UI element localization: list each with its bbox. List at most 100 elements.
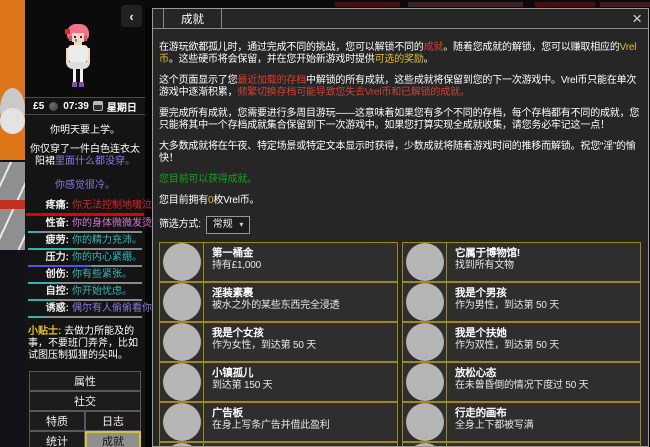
time-value: 07:39 bbox=[63, 100, 89, 112]
achievement-icon-cell bbox=[160, 283, 204, 321]
paragraph-text: 。 bbox=[423, 54, 434, 65]
achievement-icon-cell bbox=[403, 243, 447, 281]
achievement-item: 小镇孤儿 到达第 150 天 bbox=[159, 362, 398, 402]
temperature-status: 你感觉很冷。 bbox=[55, 180, 115, 191]
achievement-item: 行走的画布 全身上下都被写满 bbox=[402, 402, 641, 442]
nav-social-button[interactable]: 社交 bbox=[29, 391, 141, 411]
achievement-desc: 到达第 150 天 bbox=[212, 380, 273, 391]
dialog-paragraph: 这个页面显示了您最近加载的存档中解锁的所有成就，这些成就将保留到您的下一次游戏中… bbox=[159, 75, 641, 99]
game-screen: ‹ £5 07:39 星期日 你明天要上学。 你仅穿了一件白色连衣太阳裙里面什么… bbox=[0, 0, 650, 447]
achievement-desc: 持有£1,000 bbox=[212, 260, 261, 271]
stat-bar bbox=[26, 213, 144, 216]
money-value: £5 bbox=[33, 100, 45, 112]
background-art bbox=[0, 0, 25, 447]
stat-row: 诱惑: 偶尔有人偷偷看你几眼。 bbox=[27, 303, 182, 315]
stat-label: 自控: bbox=[45, 286, 69, 297]
dialog-paragraph: 您目前拥有0枚Vrel币。 bbox=[159, 195, 641, 207]
achievement-desc: 找到所有文物 bbox=[455, 260, 514, 271]
sprite-dress-frill bbox=[66, 62, 90, 69]
achievement-icon bbox=[406, 403, 444, 441]
paragraph-text: 这个页面显示了您 bbox=[159, 75, 238, 86]
school-notice: 你明天要上学。 bbox=[50, 125, 120, 136]
achievement-icon bbox=[406, 283, 444, 321]
achievement-icon bbox=[406, 323, 444, 361]
achievement-title: 我是个女孩 bbox=[212, 327, 264, 339]
status-bar: £5 07:39 星期日 bbox=[25, 97, 145, 115]
stat-row: 压力: 你的内心紧绷。 bbox=[27, 252, 143, 264]
dimmed-text-fragment bbox=[335, 2, 400, 7]
achievement-text: 小镇孤儿 到达第 150 天 bbox=[204, 363, 276, 401]
art-dark-area bbox=[0, 250, 25, 447]
achievement-icon-cell bbox=[160, 243, 204, 281]
achievement-text: 我是个扶她 作为双性，到达第 50 天 bbox=[447, 323, 563, 361]
achievement-desc: 作为女性，到达第 50 天 bbox=[212, 340, 317, 351]
stat-bar-fill bbox=[28, 299, 51, 301]
day-value: 星期日 bbox=[106, 102, 137, 114]
paragraph-text: 枚Vrel币。 bbox=[213, 195, 260, 206]
close-icon[interactable]: × bbox=[632, 9, 642, 29]
achievement-icon-cell bbox=[160, 323, 204, 361]
dialog-paragraph: 您目前可以获得成就。 bbox=[159, 174, 641, 186]
achievement-text bbox=[204, 443, 216, 446]
highlighted-text: 频繁切换存档可能导致您失去Vrel币和已解锁的成就。 bbox=[237, 87, 470, 98]
nav-achievements-button[interactable]: 成就 bbox=[85, 431, 141, 447]
highlighted-text: 可选的奖励 bbox=[374, 54, 424, 65]
achievement-icon bbox=[163, 403, 201, 441]
stat-label: 性奋: bbox=[45, 218, 69, 229]
stat-bar bbox=[28, 248, 142, 250]
achievement-title: 淫装素裹 bbox=[212, 287, 254, 299]
achievement-desc: 被水之外的某些东西完全浸透 bbox=[212, 300, 340, 311]
stat-bar bbox=[28, 299, 142, 301]
stat-label: 创伤: bbox=[45, 269, 69, 280]
achievement-icon-cell bbox=[403, 363, 447, 401]
nav-attributes-button[interactable]: 属性 bbox=[29, 371, 141, 391]
stat-row: 性奋: 你的身体微微发烫。 bbox=[27, 218, 162, 230]
sidebar-collapse-button[interactable]: ‹ bbox=[121, 5, 142, 27]
achievements-dialog: 成就 × 在游玩欲都孤儿时，通过完成不同的挑战，您可以解锁不同的成就。随着您成就… bbox=[152, 8, 649, 447]
achievement-icon bbox=[163, 363, 201, 401]
achievement-title: 第一桶金 bbox=[212, 247, 254, 259]
achievement-icon-cell bbox=[160, 403, 204, 441]
achievement-icon bbox=[163, 243, 201, 281]
character-portrait: ‹ bbox=[25, 0, 145, 97]
time-icon bbox=[48, 100, 60, 112]
tip-text: 小贴士: 去做力所能及的事，不要班门弄斧，比如试图压制狐狸的尖叫。 bbox=[28, 326, 142, 362]
achievement-item: 我是个女孩 作为女性，到达第 50 天 bbox=[159, 322, 398, 362]
achievement-text: 行走的画布 全身上下都被写满 bbox=[447, 403, 537, 441]
stat-value-text: 你的内心紧绷。 bbox=[72, 252, 142, 263]
paragraph-text: 大多数成就将在午夜、特定场景或特定文本显示时获得，少数成就将随着游戏时间的推移而… bbox=[159, 141, 636, 164]
stat-bar bbox=[28, 282, 142, 284]
stat-bar bbox=[28, 231, 142, 233]
achievement-icon-cell bbox=[403, 283, 447, 321]
nav-journal-button[interactable]: 日志 bbox=[85, 411, 141, 431]
dimmed-background-row bbox=[145, 0, 650, 8]
paragraph-text: 在游玩欲都孤儿时，通过完成不同的挑战，您可以解锁不同的 bbox=[159, 42, 424, 53]
achievement-icon bbox=[163, 283, 201, 321]
achievement-desc: 全身上下都被写满 bbox=[455, 420, 534, 431]
dimmed-text-fragment bbox=[600, 2, 650, 7]
filter-select[interactable]: 常规 ▾ bbox=[205, 216, 251, 234]
art-sky bbox=[0, 0, 25, 160]
achievement-item bbox=[159, 442, 398, 446]
dialog-paragraph: 大多数成就将在午夜、特定场景或特定文本显示时获得，少数成就将随着游戏时间的推移而… bbox=[159, 141, 641, 165]
achievement-item: 广告板 在身上写条广告并借此盈利 bbox=[159, 402, 398, 442]
achievement-text: 广告板 在身上写条广告并借此盈利 bbox=[204, 403, 334, 441]
achievement-title: 小镇孤儿 bbox=[212, 367, 254, 379]
nav-traits-button[interactable]: 特质 bbox=[29, 411, 85, 431]
stat-bar-fill bbox=[26, 213, 144, 216]
achievement-desc: 作为男性，到达第 50 天 bbox=[455, 300, 560, 311]
dialog-paragraphs: 在游玩欲都孤儿时，通过完成不同的挑战，您可以解锁不同的成就。随着您成就的解锁，您… bbox=[159, 42, 641, 207]
stat-row: 疲劳: 你的精力充沛。 bbox=[27, 235, 143, 247]
achievement-item: 我是个扶她 作为双性，到达第 50 天 bbox=[402, 322, 641, 362]
achievement-text bbox=[447, 443, 459, 446]
achievement-desc: 在身上写条广告并借此盈利 bbox=[212, 420, 330, 431]
sprite-leg bbox=[80, 69, 83, 82]
dialog-paragraph: 要完成所有成就，您需要进行多周目游玩——这意味着如果您有多个不同的存档，每个存档… bbox=[159, 108, 641, 132]
nav-statistics-button[interactable]: 统计 bbox=[29, 431, 85, 447]
dialog-header: 成就 × bbox=[153, 9, 648, 29]
achievement-icon bbox=[406, 243, 444, 281]
stat-row: 自控: 你开始忧虑。 bbox=[27, 286, 143, 298]
stat-label: 压力: bbox=[45, 252, 69, 263]
achievement-title: 行走的画布 bbox=[455, 407, 507, 419]
stat-label: 疼痛: bbox=[45, 200, 69, 211]
